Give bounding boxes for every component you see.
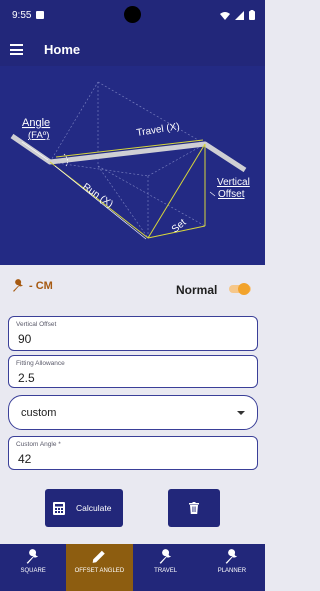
- nav-square-label: SQUARE: [20, 568, 46, 574]
- nav-offset-angled[interactable]: OFFSET ANGLED: [66, 544, 133, 591]
- status-time: 9:55: [12, 10, 32, 21]
- nav-travel-label: TRAVEL: [154, 568, 178, 574]
- trash-icon: [189, 502, 199, 514]
- nav-square[interactable]: SQUARE: [0, 544, 66, 591]
- nav-planner-label: PLANNER: [217, 568, 247, 574]
- wrench-icon: [225, 549, 238, 564]
- fitting-allowance-field[interactable]: Fitting Allowance 2.5: [8, 355, 258, 388]
- calculator-icon: [53, 502, 65, 515]
- wrench-icon: [26, 549, 39, 564]
- page-title: Home: [44, 42, 81, 57]
- pipe-line: [10, 133, 247, 173]
- wifi-icon: [220, 11, 230, 20]
- custom-angle-field[interactable]: Custom Angle * 42: [8, 436, 258, 470]
- vertical-pointer: [209, 191, 216, 197]
- app-bar: Home: [0, 33, 265, 66]
- fitting-allowance-value[interactable]: 2.5: [18, 371, 248, 385]
- vertical-offset-field[interactable]: Vertical Offset 90: [8, 316, 258, 351]
- fitting-allowance-label: Fitting Allowance: [16, 360, 65, 367]
- nav-planner[interactable]: PLANNER: [199, 544, 265, 591]
- vertical-offset-value[interactable]: 90: [18, 332, 248, 346]
- status-icons: [220, 10, 255, 20]
- units-row: - CM Normal: [0, 275, 265, 299]
- vertical-offset-label: Vertical Offset: [16, 321, 57, 328]
- angle-unit-label: (FAº): [28, 130, 49, 141]
- calculate-label: Calculate: [76, 503, 112, 513]
- nav-offset-angled-label: OFFSET ANGLED: [74, 568, 125, 574]
- delete-button[interactable]: [168, 489, 220, 527]
- notification-icon: [36, 11, 44, 19]
- travel-label: Travel (X): [136, 121, 181, 139]
- chevron-down-icon: [237, 411, 245, 415]
- pencil-icon: [93, 550, 106, 563]
- angle-label: Angle: [22, 117, 50, 129]
- angle-select[interactable]: custom: [8, 395, 258, 430]
- calculate-button[interactable]: Calculate: [45, 489, 123, 527]
- mode-toggle[interactable]: [229, 283, 251, 295]
- angle-pointer: [21, 141, 49, 161]
- battery-icon: [249, 10, 255, 20]
- toggle-knob: [238, 283, 250, 295]
- wrench-icon: [13, 279, 23, 292]
- angle-select-value: custom: [21, 407, 57, 419]
- nav-travel[interactable]: TRAVEL: [133, 544, 199, 591]
- camera-cutout: [124, 6, 141, 23]
- offset-diagram: Angle (FAº) Travel (X) Vertical Offset R…: [0, 66, 265, 265]
- run-label: Run (X): [80, 181, 115, 210]
- offset-diagram-graphic: Angle (FAº) Travel (X) Vertical Offset R…: [10, 81, 250, 240]
- vertical-offset-label: Vertical: [217, 177, 250, 188]
- status-bar: 9:55: [0, 0, 265, 33]
- menu-icon[interactable]: [10, 44, 23, 55]
- vertical-offset-label-2: Offset: [218, 189, 245, 200]
- custom-angle-value[interactable]: 42: [18, 452, 248, 466]
- signal-icon: [235, 10, 244, 20]
- custom-angle-label: Custom Angle *: [16, 441, 61, 448]
- wrench-icon: [159, 549, 171, 564]
- bottom-nav: SQUARE OFFSET ANGLED TRAVEL PLANNER: [0, 544, 265, 591]
- mode-label: Normal: [176, 283, 218, 297]
- unit-label: - CM: [29, 280, 53, 292]
